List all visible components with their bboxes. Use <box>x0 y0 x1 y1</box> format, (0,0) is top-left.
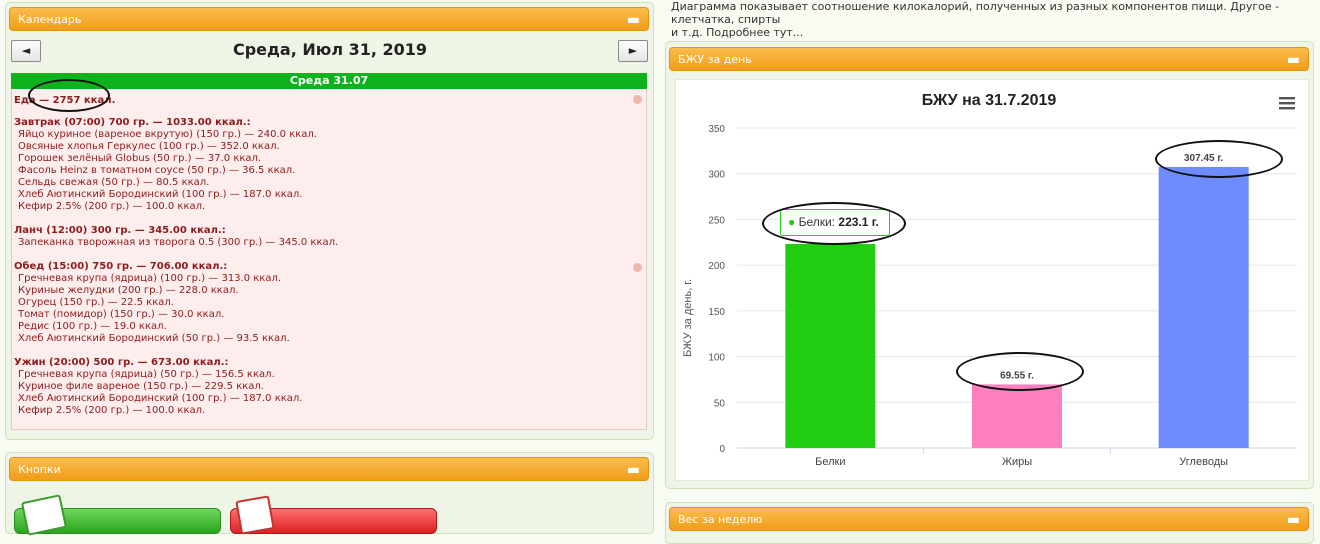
x-tick-label: Жиры <box>1002 456 1032 468</box>
buttons-panel-title: Кнопки <box>18 463 61 476</box>
bar-2 <box>972 384 1062 448</box>
info-line-1: Диаграмма показывает соотношение килокал… <box>671 0 1280 26</box>
meal-item: Гречневая крупа (ядрица) (50 гр.) — 156.… <box>18 369 275 380</box>
meal-header: Обед (15:00) 750 гр. — 706.00 ккал.: <box>14 261 228 272</box>
collapse-icon[interactable]: ▬ <box>627 11 640 29</box>
meal-item: Хлеб Аютинский Бородинский (100 гр.) — 1… <box>18 189 303 200</box>
y-tick-label: 300 <box>708 170 725 181</box>
bar-3 <box>1158 166 1249 448</box>
meal-item: Кефир 2.5% (200 гр.) — 100.0 ккал. <box>18 405 206 416</box>
meal-lunch: Ланч (12:00) 300 гр. — 345.00 ккал.: Зап… <box>14 225 338 249</box>
meal-item: Редис (100 гр.) — 19.0 ккал. <box>18 321 167 332</box>
buttons-panel-header[interactable]: Кнопки ▬ <box>9 457 649 481</box>
calendar-date: Среда, Июл 31, 2019 <box>232 40 428 59</box>
weight-panel-header[interactable]: Вес за неделю ▬ <box>669 507 1309 531</box>
fat-label-ellipse <box>956 352 1084 391</box>
bar-1 <box>785 244 876 448</box>
y-tick-label: 0 <box>719 444 725 455</box>
next-day-button[interactable]: ► <box>618 40 648 62</box>
meal-item: Огурец (150 гр.) — 22.5 ккал. <box>18 297 174 308</box>
total-highlight-ellipse <box>28 79 110 112</box>
y-tick-label: 350 <box>708 124 725 135</box>
menu-icon[interactable] <box>1279 97 1295 110</box>
meal-item: Хлеб Аютинский Бородинский (50 гр.) — 93… <box>18 333 290 344</box>
collapse-icon[interactable]: ▬ <box>1287 511 1300 529</box>
meal-breakfast: Завтрак (07:00) 700 гр. — 1033.00 ккал.:… <box>14 117 317 213</box>
y-axis-label: БЖУ за день, г. <box>682 279 694 357</box>
prev-day-button[interactable]: ◄ <box>11 40 41 62</box>
meal-dinner: Обед (15:00) 750 гр. — 706.00 ккал.: Гре… <box>14 261 290 345</box>
meal-item: Сельдь свежая (50 гр.) — 80.5 ккал. <box>18 177 210 188</box>
day-bar[interactable]: Среда 31.07 <box>11 73 647 89</box>
meal-header: Завтрак (07:00) 700 гр. — 1033.00 ккал.: <box>14 117 251 128</box>
collapse-icon[interactable]: ▬ <box>627 461 640 479</box>
chart-title: БЖУ на 31.7.2019 <box>922 92 1057 109</box>
meal-item: Куриные желудки (200 гр.) — 228.0 ккал. <box>18 285 239 296</box>
y-tick-label: 100 <box>708 353 725 364</box>
meal-item: Хлеб Аютинский Бородинский (100 гр.) — 1… <box>18 393 303 404</box>
y-tick-label: 50 <box>714 398 726 409</box>
meal-item: Кефир 2.5% (200 гр.) — 100.0 ккал. <box>18 201 206 212</box>
meal-item: Запеканка творожная из творога 0.5 (300 … <box>18 237 339 248</box>
bju-chart: БЖУ на 31.7.2019 БЖУ за день, г. 0 50 100 1… <box>682 92 1297 468</box>
hand-icon[interactable] <box>633 95 642 104</box>
x-tick-label: Углеводы <box>1179 456 1228 468</box>
carbs-label-ellipse <box>1155 140 1283 178</box>
heart-calendar-icon <box>235 495 275 535</box>
info-text: Диаграмма показывает соотношение килокал… <box>671 0 1311 39</box>
bju-panel-header[interactable]: БЖУ за день ▬ <box>669 47 1309 71</box>
weight-panel-title: Вес за неделю <box>678 513 763 526</box>
hand-icon[interactable] <box>633 263 642 272</box>
meal-item: Куриное филе вареное (150 гр.) — 229.5 к… <box>18 381 264 392</box>
meal-item: Томат (помидор) (150 гр.) — 30.0 ккал. <box>18 309 225 320</box>
info-line-2[interactable]: и т.д. Подробнее тут... <box>671 26 803 39</box>
meal-header: Ужин (20:00) 500 гр. — 673.00 ккал.: <box>14 357 229 368</box>
bju-panel-title: БЖУ за день <box>678 53 752 66</box>
y-tick-label: 200 <box>708 261 725 272</box>
meal-item: Фасоль Heinz в томатном соусе (50 гр.) —… <box>18 165 296 176</box>
y-tick-label: 250 <box>708 215 725 226</box>
y-tick-label: 150 <box>708 307 725 318</box>
meal-item: Яйцо куриное (вареное вкрутую) (150 гр.)… <box>18 129 317 140</box>
collapse-icon[interactable]: ▬ <box>1287 51 1300 69</box>
meal-item: Овсяные хлопья Геркулес (100 гр.) — 352.… <box>18 141 280 152</box>
meal-item: Горошек зелёный Globus (50 гр.) — 37.0 к… <box>18 153 262 164</box>
x-tick-label: Белки <box>815 456 845 468</box>
meal-supper: Ужин (20:00) 500 гр. — 673.00 ккал.: Гре… <box>14 357 302 417</box>
tooltip-highlight-ellipse <box>762 202 906 245</box>
meal-item: Гречневая крупа (ядрица) (100 гр.) — 313… <box>18 273 282 284</box>
meal-header: Ланч (12:00) 300 гр. — 345.00 ккал.: <box>14 225 226 236</box>
calendar-panel-title: Календарь <box>18 13 82 26</box>
calendar-panel-header[interactable]: Календарь ▬ <box>9 7 649 31</box>
